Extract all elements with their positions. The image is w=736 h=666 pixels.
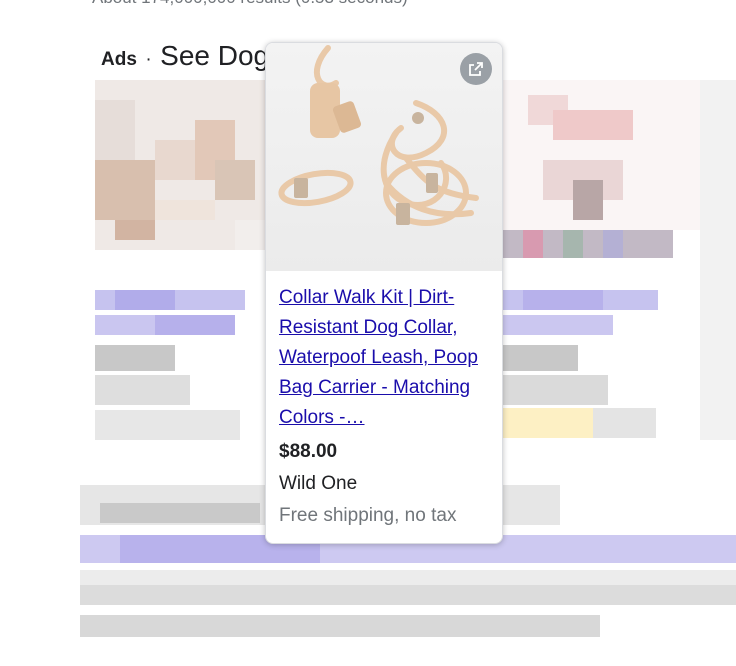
ads-header: Ads · See Dog	[101, 40, 269, 72]
ads-separator: ·	[145, 49, 152, 70]
blurred-product-shipping-left	[95, 410, 240, 440]
product-price: $88.00	[279, 441, 338, 462]
blurred-product-title-left[interactable]	[95, 290, 265, 340]
blurred-product-price-right	[503, 345, 578, 371]
blurred-far-right-column	[700, 80, 736, 440]
open-in-new-icon[interactable]	[460, 53, 492, 85]
ads-title[interactable]: See Dog	[160, 40, 269, 71]
product-merchant: Wild One	[279, 473, 358, 494]
blurred-product-merchant-left	[95, 375, 190, 405]
product-shipping: Free shipping, no tax	[279, 505, 457, 526]
blurred-product-merchant-right	[503, 375, 608, 405]
ads-label: Ads	[101, 49, 137, 70]
product-card[interactable]: Collar Walk Kit | Dirt-Resistant Dog Col…	[265, 42, 503, 544]
blurred-product-image-left[interactable]	[95, 80, 265, 250]
product-title-link[interactable]: Collar Walk Kit | Dirt-Resistant Dog Col…	[279, 283, 491, 433]
blurred-product-price-left	[95, 345, 175, 371]
blurred-product-shipping-right	[593, 408, 656, 438]
blurred-product-rating-right	[503, 408, 593, 438]
results-stats: About 174,000,000 results (0.53 seconds)	[92, 0, 408, 8]
product-image[interactable]	[266, 43, 502, 271]
